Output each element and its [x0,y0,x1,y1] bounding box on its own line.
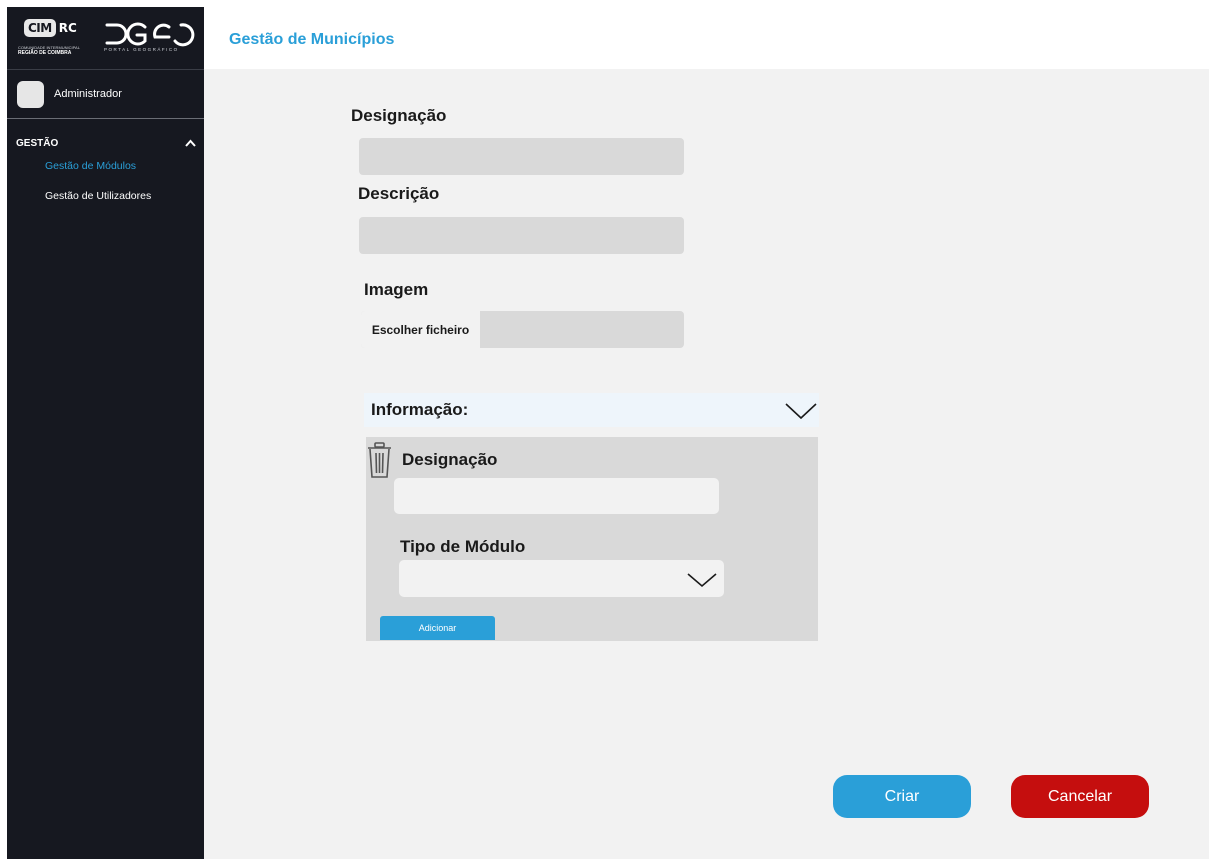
cim-logo-suffix: RC [58,21,77,35]
logo-area: CIM RC COMUNIDADE INTERMUNICIPAL REGIÃO … [7,7,204,69]
designacao-input[interactable] [359,138,684,175]
info-accordion-title: Informação: [371,400,469,419]
sidebar-section-label: GESTÃO [16,137,59,149]
cim-rc-logo: CIM RC COMUNIDADE INTERMUNICIPAL REGIÃO … [18,15,100,61]
pgeo-subtitle: PORTAL GEOGRÁFICO [104,47,179,52]
divider [7,69,204,70]
sidebar-item-gestao-modulos[interactable]: Gestão de Módulos [45,160,136,172]
chevron-down-icon[interactable] [687,572,717,588]
create-button[interactable]: Criar [833,775,971,818]
designacao-label: Designação [351,106,447,125]
info-designacao-input[interactable] [394,478,719,514]
info-designacao-label: Designação [402,450,498,469]
divider [7,118,204,119]
user-profile[interactable]: Administrador [17,80,122,108]
descricao-input[interactable] [359,217,684,254]
info-accordion-header[interactable]: Informação: [364,393,819,427]
user-name: Administrador [54,88,122,100]
file-input[interactable]: Escolher ficheiro [361,311,684,348]
chevron-down-icon[interactable] [785,402,817,420]
cim-logo-badge: CIM [24,19,56,37]
sidebar: CIM RC COMUNIDADE INTERMUNICIPAL REGIÃO … [7,7,204,859]
cim-logo-region: REGIÃO DE COIMBRA [18,50,72,56]
sidebar-item-gestao-utilizadores[interactable]: Gestão de Utilizadores [45,190,151,202]
add-button[interactable]: Adicionar [380,616,495,640]
choose-file-button[interactable]: Escolher ficheiro [361,311,480,348]
tipo-modulo-select[interactable] [399,560,724,597]
avatar [17,80,44,108]
tipo-modulo-label: Tipo de Módulo [400,537,526,556]
cancel-button[interactable]: Cancelar [1011,775,1149,818]
sidebar-section-gestao[interactable]: GESTÃO [16,136,196,150]
chevron-up-icon[interactable] [185,139,196,147]
page-title: Gestão de Municípios [229,31,395,48]
trash-icon[interactable] [366,441,393,479]
descricao-label: Descrição [358,184,440,203]
imagem-label: Imagem [364,280,429,299]
